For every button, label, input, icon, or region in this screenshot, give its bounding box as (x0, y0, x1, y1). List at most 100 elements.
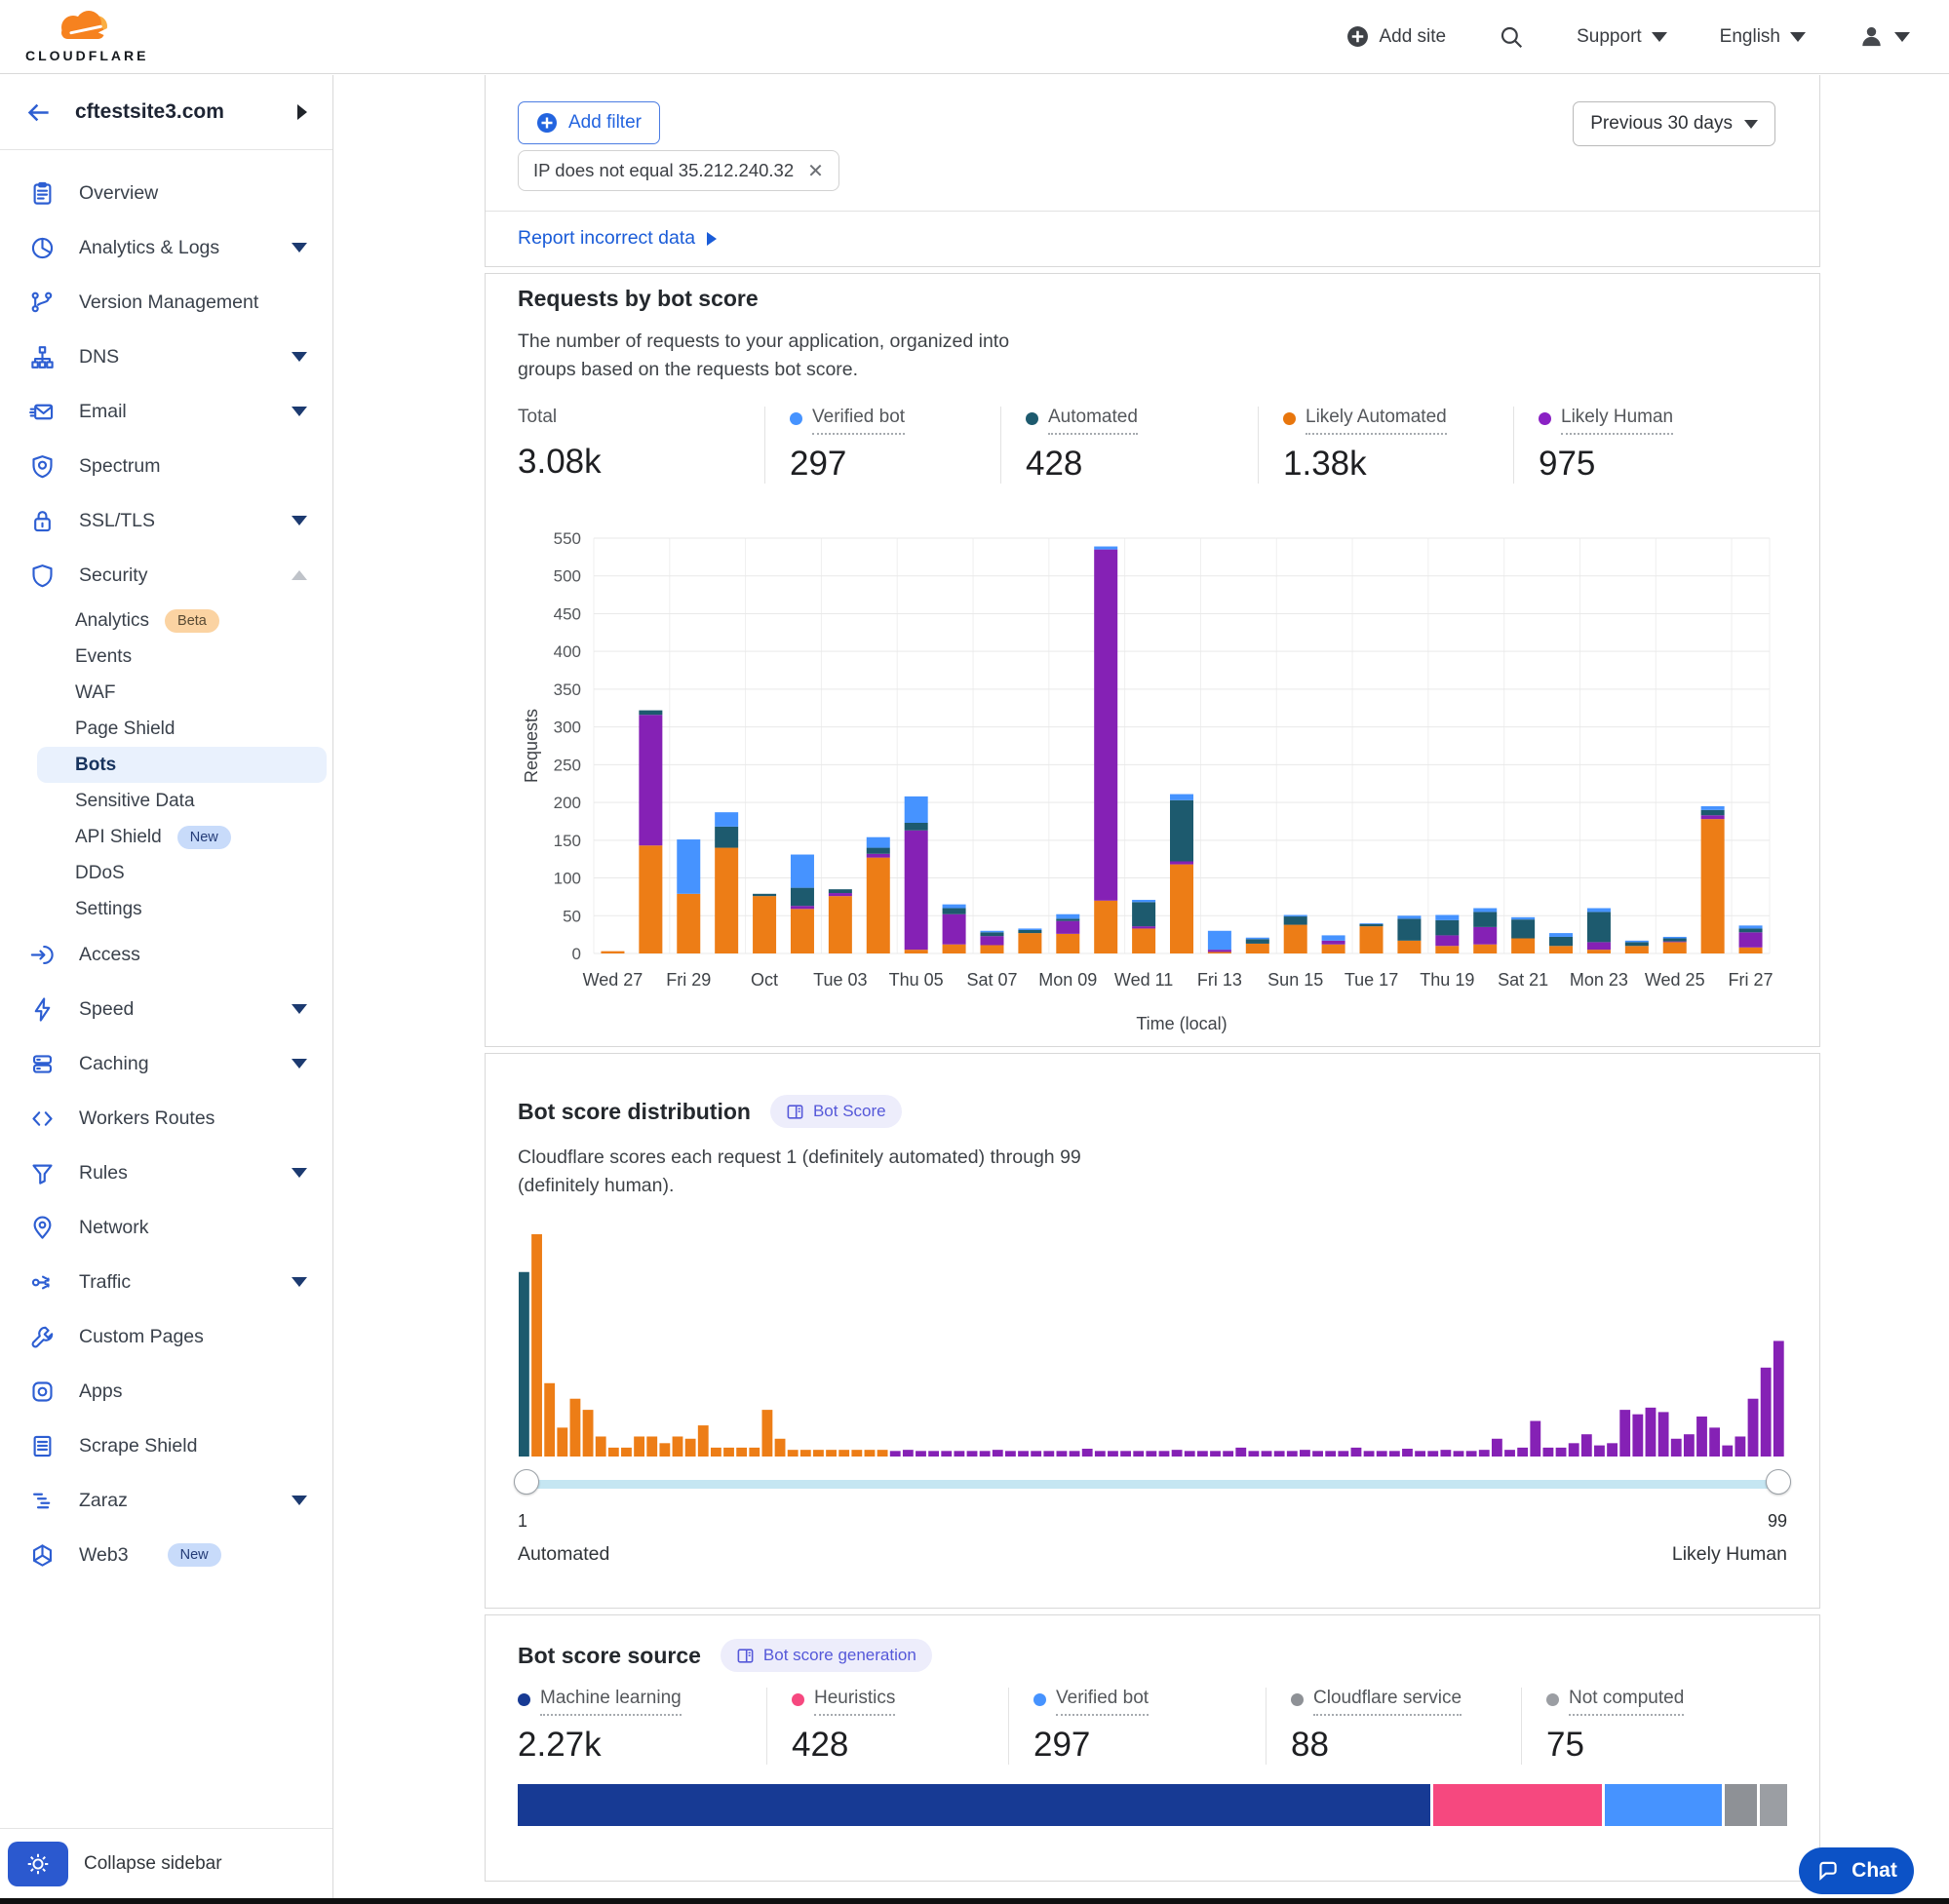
report-incorrect-data-link[interactable]: Report incorrect data (518, 227, 717, 250)
sidebar-item-scrape-shield[interactable]: Scrape Shield (0, 1418, 332, 1473)
histogram-bar (1735, 1436, 1745, 1457)
sidebar-item-label: Zaraz (79, 1490, 128, 1512)
sidebar-item-apps[interactable]: Apps (0, 1364, 332, 1418)
histogram-bar (954, 1451, 964, 1457)
bar-segment (1322, 935, 1345, 940)
sidebar-item-workers-routes[interactable]: Workers Routes (0, 1091, 332, 1146)
shield-icon (29, 563, 56, 589)
chat-button[interactable]: Chat (1799, 1847, 1914, 1894)
sidebar-item-analytics[interactable]: AnalyticsBeta (0, 602, 332, 639)
sidebar-item-ssl-tls[interactable]: SSL/TLS (0, 493, 332, 548)
histogram-bar (736, 1447, 747, 1456)
svg-text:Thu 05: Thu 05 (889, 970, 944, 990)
sidebar-item-ddos[interactable]: DDoS (0, 855, 332, 891)
sidebar-item-spectrum[interactable]: Spectrum (0, 439, 332, 493)
add-filter-button[interactable]: Add filter (518, 101, 660, 144)
stat-label[interactable]: Likely Automated (1306, 407, 1447, 435)
histogram-bar (1262, 1451, 1272, 1457)
cache-icon (29, 1051, 56, 1077)
sidebar-item-speed[interactable]: Speed (0, 982, 332, 1036)
sidebar-item-custom-pages[interactable]: Custom Pages (0, 1309, 332, 1364)
sidebar-item-settings[interactable]: Settings (0, 891, 332, 927)
svg-text:100: 100 (554, 869, 581, 887)
histogram-bar (1300, 1450, 1310, 1457)
bar-segment (1056, 918, 1079, 920)
bar-segment (1397, 940, 1421, 952)
sidebar-item-sensitive-data[interactable]: Sensitive Data (0, 783, 332, 819)
add-site-button[interactable]: Add site (1346, 25, 1446, 48)
language-menu[interactable]: English (1720, 26, 1806, 48)
close-icon[interactable]: ✕ (807, 159, 824, 183)
slider-handle-max[interactable] (1766, 1469, 1791, 1495)
slider-handle-min[interactable] (514, 1469, 539, 1495)
sidebar-item-label: Workers Routes (79, 1107, 214, 1130)
stat-label[interactable]: Not computed (1569, 1688, 1684, 1716)
settings-gear-button[interactable] (8, 1842, 68, 1886)
stat-label[interactable]: Automated (1048, 407, 1138, 435)
sidebar-item-bots[interactable]: Bots (37, 747, 327, 783)
histogram-bar (621, 1447, 632, 1456)
bar-segment (1170, 794, 1193, 799)
sidebar-item-web3[interactable]: Web3New (0, 1528, 332, 1582)
bar-segment (791, 887, 814, 906)
sidebar-item-security[interactable]: Security (0, 548, 332, 602)
stat-label[interactable]: Verified bot (812, 407, 905, 435)
svg-text:400: 400 (554, 642, 581, 661)
sidebar-item-rules[interactable]: Rules (0, 1146, 332, 1200)
chevron-down-icon (292, 1059, 307, 1069)
filter-chip[interactable]: IP does not equal 35.212.240.32 ✕ (518, 150, 839, 191)
sidebar-item-events[interactable]: Events (0, 639, 332, 675)
bar-segment (829, 889, 852, 893)
histogram-bar (967, 1451, 978, 1457)
histogram-bar (813, 1450, 824, 1457)
sidebar-item-network[interactable]: Network (0, 1200, 332, 1255)
svg-text:Time (local): Time (local) (1136, 1014, 1227, 1033)
account-menu[interactable] (1858, 23, 1910, 50)
sidebar-item-caching[interactable]: Caching (0, 1036, 332, 1091)
histogram-bar (1057, 1451, 1068, 1457)
collapse-sidebar-label[interactable]: Collapse sidebar (84, 1853, 222, 1875)
bar-segment (1170, 861, 1193, 864)
bar-segment (1625, 942, 1649, 946)
sidebar-item-analytics-logs[interactable]: Analytics & Logs (0, 220, 332, 275)
bar-segment (1284, 924, 1307, 952)
histogram-bar (659, 1443, 670, 1457)
share-segment-verified-bot (1602, 1784, 1721, 1826)
sidebar-item-traffic[interactable]: Traffic (0, 1255, 332, 1309)
sidebar-item-overview[interactable]: Overview (0, 166, 332, 220)
bar-segment (867, 836, 890, 847)
stat-value: 297 (790, 445, 991, 484)
sidebar-item-email[interactable]: Email (0, 384, 332, 439)
bar-segment (1360, 923, 1384, 925)
cloudflare-logo[interactable]: CLOUDFLARE (25, 11, 148, 62)
stat-value: 428 (1026, 445, 1248, 484)
bot-score-generation-badge[interactable]: Bot score generation (721, 1639, 932, 1672)
stat-label[interactable]: Cloudflare service (1313, 1688, 1462, 1716)
sidebar-item-access[interactable]: Access (0, 927, 332, 982)
stat-label[interactable]: Machine learning (540, 1688, 682, 1716)
chevron-down-icon (292, 1168, 307, 1178)
support-menu[interactable]: Support (1577, 26, 1667, 48)
slider-track[interactable] (520, 1480, 1785, 1489)
bar-segment (1208, 930, 1231, 949)
sidebar-item-label: Bots (75, 755, 116, 776)
stat-label[interactable]: Heuristics (814, 1688, 895, 1716)
sidebar-item-dns[interactable]: DNS (0, 330, 332, 384)
date-range-dropdown[interactable]: Previous 30 days (1573, 101, 1775, 146)
sidebar-item-version-management[interactable]: Version Management (0, 275, 332, 330)
back-arrow-icon[interactable] (25, 99, 52, 126)
stat-machine-learning: Machine learning2.27k (518, 1688, 766, 1765)
stat-label[interactable]: Likely Human (1561, 407, 1673, 435)
chevron-right-icon[interactable] (297, 104, 307, 120)
stat-value: 88 (1291, 1726, 1511, 1765)
search-button[interactable] (1499, 24, 1524, 50)
sidebar-item-page-shield[interactable]: Page Shield (0, 711, 332, 747)
sidebar-item-zaraz[interactable]: Zaraz (0, 1473, 332, 1528)
sidebar-item-api-shield[interactable]: API ShieldNew (0, 819, 332, 855)
legend-dot (518, 1693, 530, 1706)
sidebar-item-waf[interactable]: WAF (0, 675, 332, 711)
bot-score-badge[interactable]: Bot Score (770, 1095, 902, 1128)
bar-segment (677, 839, 700, 894)
site-name[interactable]: cftestsite3.com (75, 100, 224, 124)
stat-label[interactable]: Verified bot (1056, 1688, 1149, 1716)
